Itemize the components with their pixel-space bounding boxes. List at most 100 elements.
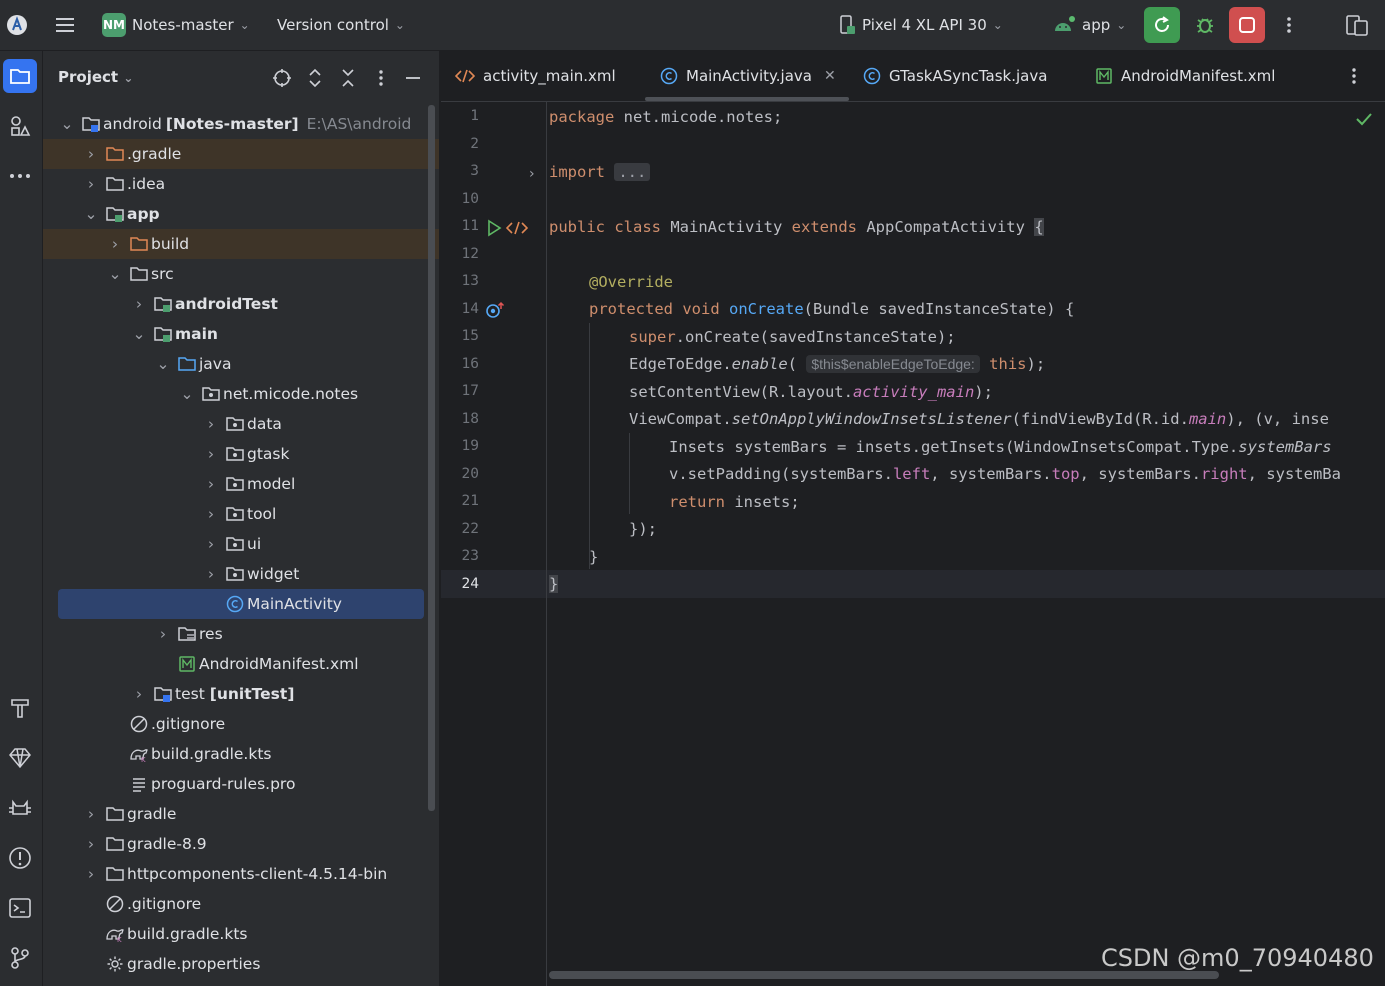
version-control-menu[interactable]: Version control ⌄ bbox=[277, 0, 405, 50]
tree-node-res[interactable]: › res bbox=[43, 619, 439, 649]
resource-manager-button[interactable] bbox=[3, 109, 37, 143]
tree-node-gitignore-root[interactable]: .gitignore bbox=[43, 889, 439, 919]
options-icon[interactable] bbox=[371, 68, 391, 88]
tree-node-package[interactable]: ⌄ net.micode.notes bbox=[43, 379, 439, 409]
tree-node-gradle[interactable]: › gradle bbox=[43, 799, 439, 829]
tree-node-build-gradle-root[interactable]: K build.gradle.kts bbox=[43, 919, 439, 949]
project-view-selector[interactable]: Project ⌄ bbox=[58, 68, 133, 86]
chevron-down-icon: ⌄ bbox=[394, 18, 405, 32]
device-manager-icon[interactable] bbox=[1344, 0, 1370, 50]
tree-node-label: widget bbox=[247, 565, 300, 583]
run-gutter-icon[interactable] bbox=[486, 219, 502, 237]
tree-node-manifest[interactable]: AndroidManifest.xml bbox=[43, 649, 439, 679]
git-tool-button[interactable] bbox=[3, 941, 37, 975]
project-switcher[interactable]: NM Notes-master ⌄ bbox=[102, 0, 250, 50]
terminal-tool-button[interactable] bbox=[3, 891, 37, 925]
tree-node-gtask[interactable]: › gtask bbox=[43, 439, 439, 469]
tree-node-test[interactable]: › test [unitTest] bbox=[43, 679, 439, 709]
stop-button[interactable] bbox=[1229, 7, 1265, 43]
tree-node-label: tool bbox=[247, 505, 277, 523]
chevron-down-icon: ⌄ bbox=[239, 18, 250, 32]
manifest-icon bbox=[1096, 68, 1112, 84]
main-menu-icon[interactable] bbox=[54, 0, 76, 50]
code-area[interactable]: package net.micode.notes; import ... pub… bbox=[549, 102, 1385, 986]
watermark: CSDN @m0_70940480 bbox=[1101, 944, 1374, 972]
source-folder-icon bbox=[177, 355, 197, 373]
alert-icon bbox=[9, 847, 31, 869]
tab-gtaskasynctask-java[interactable]: GTaskASyncTask.java bbox=[863, 51, 1047, 101]
tab-options-icon[interactable] bbox=[1351, 51, 1357, 101]
code-line-16: EdgeToEdge.enable( $this$enableEdgeToEdg… bbox=[629, 355, 1046, 373]
tree-node-build[interactable]: › build bbox=[43, 229, 439, 259]
debug-button[interactable] bbox=[1187, 7, 1223, 43]
cat-icon bbox=[9, 799, 31, 815]
layout-gutter-icon[interactable] bbox=[506, 220, 528, 236]
android-studio-logo-icon[interactable] bbox=[6, 0, 28, 50]
locate-file-icon[interactable] bbox=[272, 68, 292, 88]
tree-node-androidtest[interactable]: › androidTest bbox=[43, 289, 439, 319]
folder-icon bbox=[10, 69, 30, 84]
tree-node-idea[interactable]: › .idea bbox=[43, 169, 439, 199]
package-icon bbox=[225, 565, 245, 583]
fold-expand-icon[interactable]: › bbox=[529, 166, 535, 182]
no-problems-check-icon[interactable] bbox=[1355, 111, 1373, 127]
run-config-name: app bbox=[1082, 16, 1111, 34]
tree-node-proguard[interactable]: proguard-rules.pro bbox=[43, 769, 439, 799]
tree-node-gradle-89[interactable]: › gradle-8.9 bbox=[43, 829, 439, 859]
override-gutter-icon[interactable] bbox=[485, 301, 505, 319]
tree-node-label: MainActivity bbox=[247, 595, 342, 613]
tree-node-data[interactable]: › data bbox=[43, 409, 439, 439]
tree-node-tool[interactable]: › tool bbox=[43, 499, 439, 529]
problems-tool-button[interactable] bbox=[3, 841, 37, 875]
tree-node-app[interactable]: ⌄ app bbox=[43, 199, 439, 229]
tree-node-gradle-cache[interactable]: › .gradle bbox=[43, 139, 439, 169]
tree-node-label: net.micode.notes bbox=[223, 385, 359, 403]
tree-node-model[interactable]: › model bbox=[43, 469, 439, 499]
line-number: 22 bbox=[461, 521, 479, 537]
horizontal-scrollbar[interactable] bbox=[549, 971, 1219, 979]
more-tools-icon[interactable] bbox=[3, 159, 37, 193]
excluded-folder-icon bbox=[105, 145, 125, 163]
tab-androidmanifest-xml[interactable]: AndroidManifest.xml bbox=[1095, 51, 1275, 101]
gemini-tool-button[interactable] bbox=[3, 741, 37, 775]
tab-mainactivity-java[interactable]: MainActivity.java ✕ bbox=[660, 51, 836, 101]
package-icon bbox=[225, 415, 245, 433]
run-config-selector[interactable]: app ⌄ bbox=[1052, 0, 1126, 50]
tree-node-label: proguard-rules.pro bbox=[151, 775, 296, 793]
tree-node-android[interactable]: ⌄ android [Notes-master] E:\AS\android bbox=[43, 109, 439, 139]
project-scrollbar[interactable] bbox=[428, 105, 435, 811]
tab-label: activity_main.xml bbox=[483, 67, 616, 85]
tree-node-widget[interactable]: › widget bbox=[43, 559, 439, 589]
shapes-icon bbox=[11, 116, 31, 136]
tree-node-mainactivity[interactable]: MainActivity bbox=[43, 589, 439, 619]
folded-imports[interactable]: ... bbox=[614, 163, 651, 181]
expand-all-icon[interactable] bbox=[305, 68, 325, 88]
logcat-tool-button[interactable] bbox=[3, 791, 37, 825]
tree-node-build-gradle-app[interactable]: K build.gradle.kts bbox=[43, 739, 439, 769]
project-panel-title: Project bbox=[58, 68, 119, 86]
project-tool-button[interactable] bbox=[3, 59, 37, 93]
code-line-14: protected void onCreate(Bundle savedInst… bbox=[589, 300, 1075, 318]
tab-activity-main-xml[interactable]: activity_main.xml bbox=[455, 51, 616, 101]
stop-icon bbox=[1239, 17, 1255, 33]
tree-node-httpcomponents[interactable]: › httpcomponents-client-4.5.14-bin bbox=[43, 859, 439, 889]
collapse-all-icon[interactable] bbox=[338, 68, 358, 88]
hide-panel-icon[interactable] bbox=[403, 68, 423, 88]
tree-node-label: .gitignore bbox=[127, 895, 202, 913]
tree-node-gitignore-app[interactable]: .gitignore bbox=[43, 709, 439, 739]
tree-node-java[interactable]: ⌄ java bbox=[43, 349, 439, 379]
package-icon bbox=[201, 385, 221, 403]
line-number: 23 bbox=[461, 548, 479, 564]
module-folder-icon bbox=[81, 115, 101, 133]
apply-changes-button[interactable] bbox=[1144, 7, 1180, 43]
tree-node-ui[interactable]: › ui bbox=[43, 529, 439, 559]
close-icon[interactable]: ✕ bbox=[824, 68, 836, 84]
terminal-icon bbox=[9, 898, 31, 918]
device-selector[interactable]: Pixel 4 XL API 30 ⌄ bbox=[838, 0, 1003, 50]
tree-node-src[interactable]: ⌄ src bbox=[43, 259, 439, 289]
more-actions-icon[interactable] bbox=[1281, 0, 1297, 50]
tree-node-main[interactable]: ⌄ main bbox=[43, 319, 439, 349]
build-tool-button[interactable] bbox=[3, 691, 37, 725]
tree-node-gradle-properties[interactable]: gradle.properties bbox=[43, 949, 439, 979]
refresh-icon bbox=[1155, 16, 1169, 32]
